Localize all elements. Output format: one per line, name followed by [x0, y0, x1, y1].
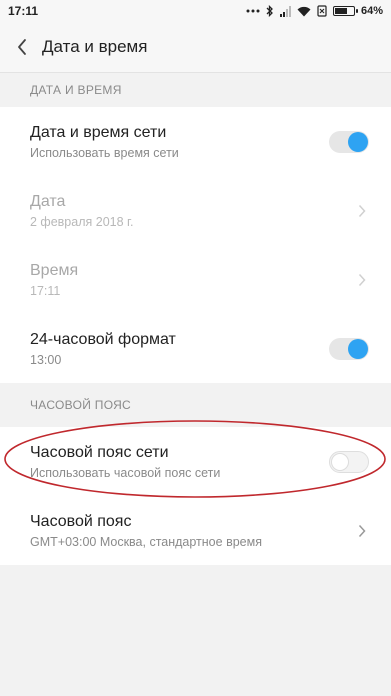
status-bar: 17:11 64% [0, 0, 391, 22]
page-title: Дата и время [42, 37, 148, 56]
setting-time-zone[interactable]: Часовой пояс GMT+03:00 Москва, стандартн… [0, 496, 391, 565]
setting-title: Время [30, 261, 79, 279]
wifi-icon [297, 6, 311, 17]
setting-subtitle: 2 февраля 2018 г. [30, 214, 134, 229]
no-sim-icon [317, 5, 327, 17]
more-dots-icon [246, 9, 260, 13]
status-icons: 64% [246, 5, 383, 17]
signal-icon [279, 5, 291, 17]
setting-subtitle: 17:11 [30, 283, 61, 298]
setting-date: Дата 2 февраля 2018 г. [0, 176, 391, 245]
setting-subtitle: Использовать время сети [30, 145, 179, 160]
chevron-right-icon [355, 524, 369, 538]
battery-percent: 64% [360, 5, 383, 17]
setting-subtitle: GMT+03:00 Москва, стандартное время [30, 534, 262, 549]
setting-network-time-zone[interactable]: Часовой пояс сети Использовать часовой п… [0, 427, 391, 496]
setting-network-date-time[interactable]: Дата и время сети Использовать время сет… [0, 107, 391, 176]
app-header: Дата и время [0, 22, 391, 73]
setting-title: 24-часовой формат [30, 330, 176, 348]
network-time-zone-toggle[interactable] [329, 450, 369, 473]
settings-group-date-time: Дата и время сети Использовать время сет… [0, 107, 391, 383]
back-arrow-icon[interactable] [2, 22, 42, 72]
network-time-toggle[interactable] [329, 130, 369, 153]
battery-icon [332, 6, 358, 16]
setting-title: Дата [30, 192, 66, 210]
setting-24-hour-format[interactable]: 24-часовой формат 13:00 [0, 314, 391, 383]
chevron-right-icon [355, 273, 369, 287]
setting-title: Часовой пояс [30, 512, 132, 530]
section-header-time-zone: ЧАСОВОЙ ПОЯС [0, 383, 391, 427]
setting-subtitle: Использовать часовой пояс сети [30, 465, 221, 480]
24-hour-format-toggle[interactable] [329, 337, 369, 360]
settings-group-time-zone: Часовой пояс сети Использовать часовой п… [0, 427, 391, 565]
status-time: 17:11 [8, 4, 39, 18]
setting-time: Время 17:11 [0, 245, 391, 314]
chevron-right-icon [355, 204, 369, 218]
setting-title: Дата и время сети [30, 123, 167, 141]
setting-subtitle: 13:00 [30, 352, 62, 367]
bluetooth-icon [266, 5, 274, 17]
section-header-date-time: ДАТА И ВРЕМЯ [0, 73, 391, 107]
setting-title: Часовой пояс сети [30, 443, 169, 461]
